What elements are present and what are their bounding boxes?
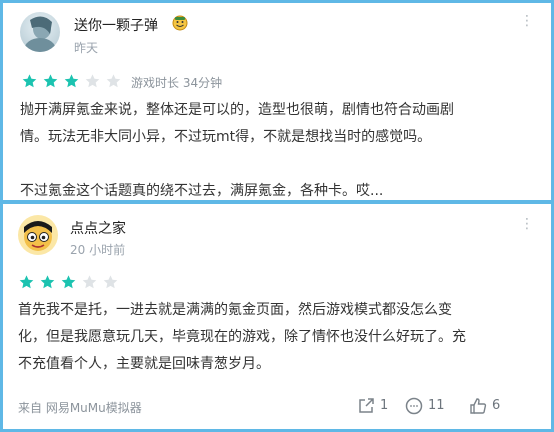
rating-stars [18, 274, 118, 290]
review-text-line: 首先我不是托，一进去就是满满的氪金页面，然后游戏模式都没怎么变 [18, 302, 452, 318]
review-text[interactable]: 抛开满屏氪金来说，整体还是可以的，造型也很萌，剧情也符合动画剧 情。玩法无非大同… [20, 97, 454, 205]
review-text-line: 抛开满屏氪金来说，整体还是可以的，造型也很萌，剧情也符合动画剧 [20, 102, 454, 118]
user-name[interactable]: 点点之家 [70, 218, 126, 238]
avatar[interactable] [18, 215, 58, 255]
like-count: 6 [492, 398, 501, 413]
review-text-line: 情。玩法无非大同小异，不过玩mt得，不就是想找当时的感觉吗。 [20, 129, 432, 145]
user-badge-icon [172, 15, 188, 31]
share-icon [359, 398, 374, 413]
avatar[interactable] [20, 12, 60, 52]
review-card: 送你一颗子弹 昨天 ⋮ 游戏时长 34分钟 抛开满屏氪金来说，整体还是可以的，造… [0, 3, 554, 200]
star-filled-icon [22, 74, 37, 88]
user-name[interactable]: 送你一颗子弹 [74, 15, 158, 35]
star-filled-icon [61, 275, 76, 289]
star-empty-icon [82, 275, 97, 289]
review-text[interactable]: 首先我不是托，一进去就是满满的氪金页面，然后游戏模式都没怎么变 化，但是我愿意玩… [18, 297, 466, 378]
more-options-icon[interactable]: ⋮ [520, 13, 535, 29]
star-filled-icon [19, 275, 34, 289]
star-filled-icon [40, 275, 55, 289]
play-time: 游戏时长 34分钟 [131, 76, 223, 90]
like-button[interactable]: 6 [468, 397, 508, 417]
rating-stars [21, 73, 121, 89]
review-time: 昨天 [74, 41, 99, 55]
comment-count: 11 [428, 398, 445, 413]
star-empty-icon [85, 74, 100, 88]
comment-button[interactable]: 11 [404, 397, 452, 417]
star-filled-icon [64, 74, 79, 88]
device-source: 来自 网易MuMu模拟器 [18, 401, 142, 415]
review-text-line: 不充值看个人，主要就是回味青葱岁月。 [18, 356, 270, 372]
comment-icon [405, 397, 423, 415]
review-card: 点点之家 20 小时前 ⋮ 首先我不是托，一进去就是满满的氪金页面，然后游戏模式… [0, 204, 554, 429]
star-filled-icon [43, 74, 58, 88]
review-time: 20 小时前 [70, 243, 126, 257]
share-button[interactable]: 1 [356, 397, 396, 417]
review-text-line [20, 151, 454, 178]
thumbs-up-icon [470, 398, 487, 414]
more-options-icon[interactable]: ⋮ [520, 216, 535, 232]
share-count: 1 [380, 398, 389, 413]
star-empty-icon [106, 74, 121, 88]
star-empty-icon [103, 275, 118, 289]
review-text-line: 化，但是我愿意玩几天，毕竟现在的游戏，除了情怀也没什么好玩了。充 [18, 329, 466, 345]
